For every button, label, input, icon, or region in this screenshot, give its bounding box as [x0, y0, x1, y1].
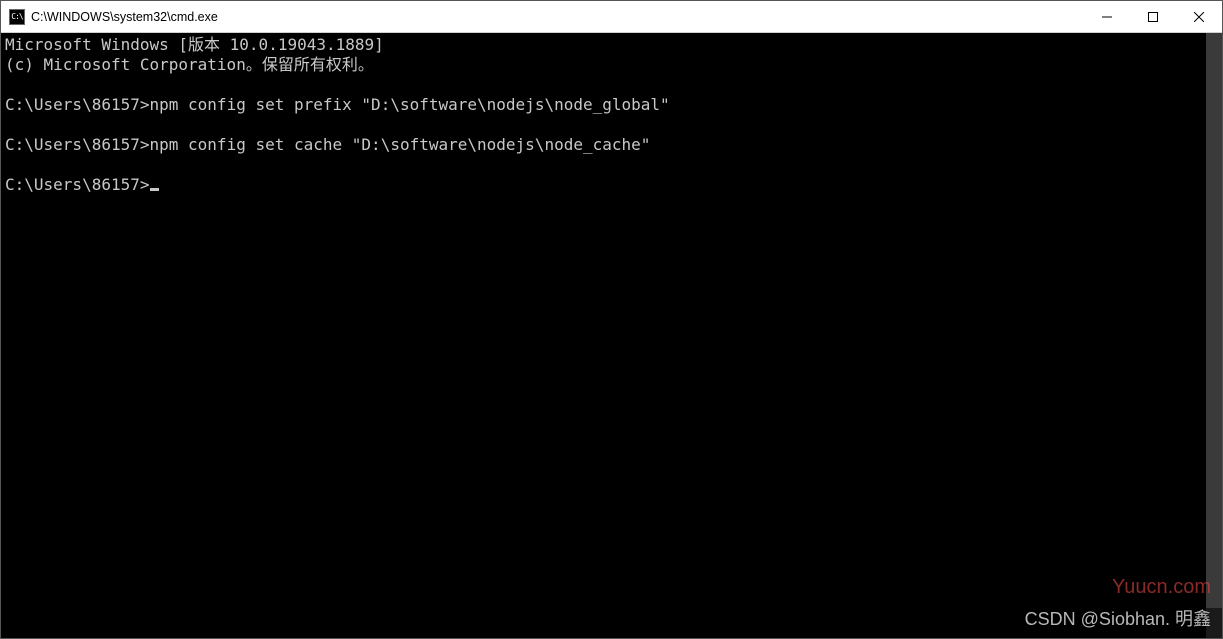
vertical-scrollbar[interactable] — [1206, 33, 1222, 638]
terminal-output[interactable]: Microsoft Windows [版本 10.0.19043.1889] (… — [1, 33, 1222, 638]
window-title: C:\WINDOWS\system32\cmd.exe — [31, 10, 218, 24]
copyright-line: (c) Microsoft Corporation。保留所有权利。 — [5, 55, 374, 74]
command-text: npm config set cache "D:\software\nodejs… — [150, 135, 651, 154]
prompt: C:\Users\86157> — [5, 175, 150, 194]
maximize-button[interactable] — [1130, 1, 1176, 32]
text-cursor — [150, 188, 159, 191]
cmd-window: C:\ C:\WINDOWS\system32\cmd.exe Microsof… — [0, 0, 1223, 639]
scrollbar-thumb[interactable] — [1206, 33, 1222, 608]
minimize-button[interactable] — [1084, 1, 1130, 32]
prompt: C:\Users\86157> — [5, 95, 150, 114]
window-controls — [1084, 1, 1222, 32]
titlebar[interactable]: C:\ C:\WINDOWS\system32\cmd.exe — [1, 1, 1222, 33]
command-text: npm config set prefix "D:\software\nodej… — [150, 95, 670, 114]
prompt: C:\Users\86157> — [5, 135, 150, 154]
close-button[interactable] — [1176, 1, 1222, 32]
cmd-icon: C:\ — [9, 9, 25, 25]
version-line: Microsoft Windows [版本 10.0.19043.1889] — [5, 35, 384, 54]
titlebar-left: C:\ C:\WINDOWS\system32\cmd.exe — [1, 9, 218, 25]
